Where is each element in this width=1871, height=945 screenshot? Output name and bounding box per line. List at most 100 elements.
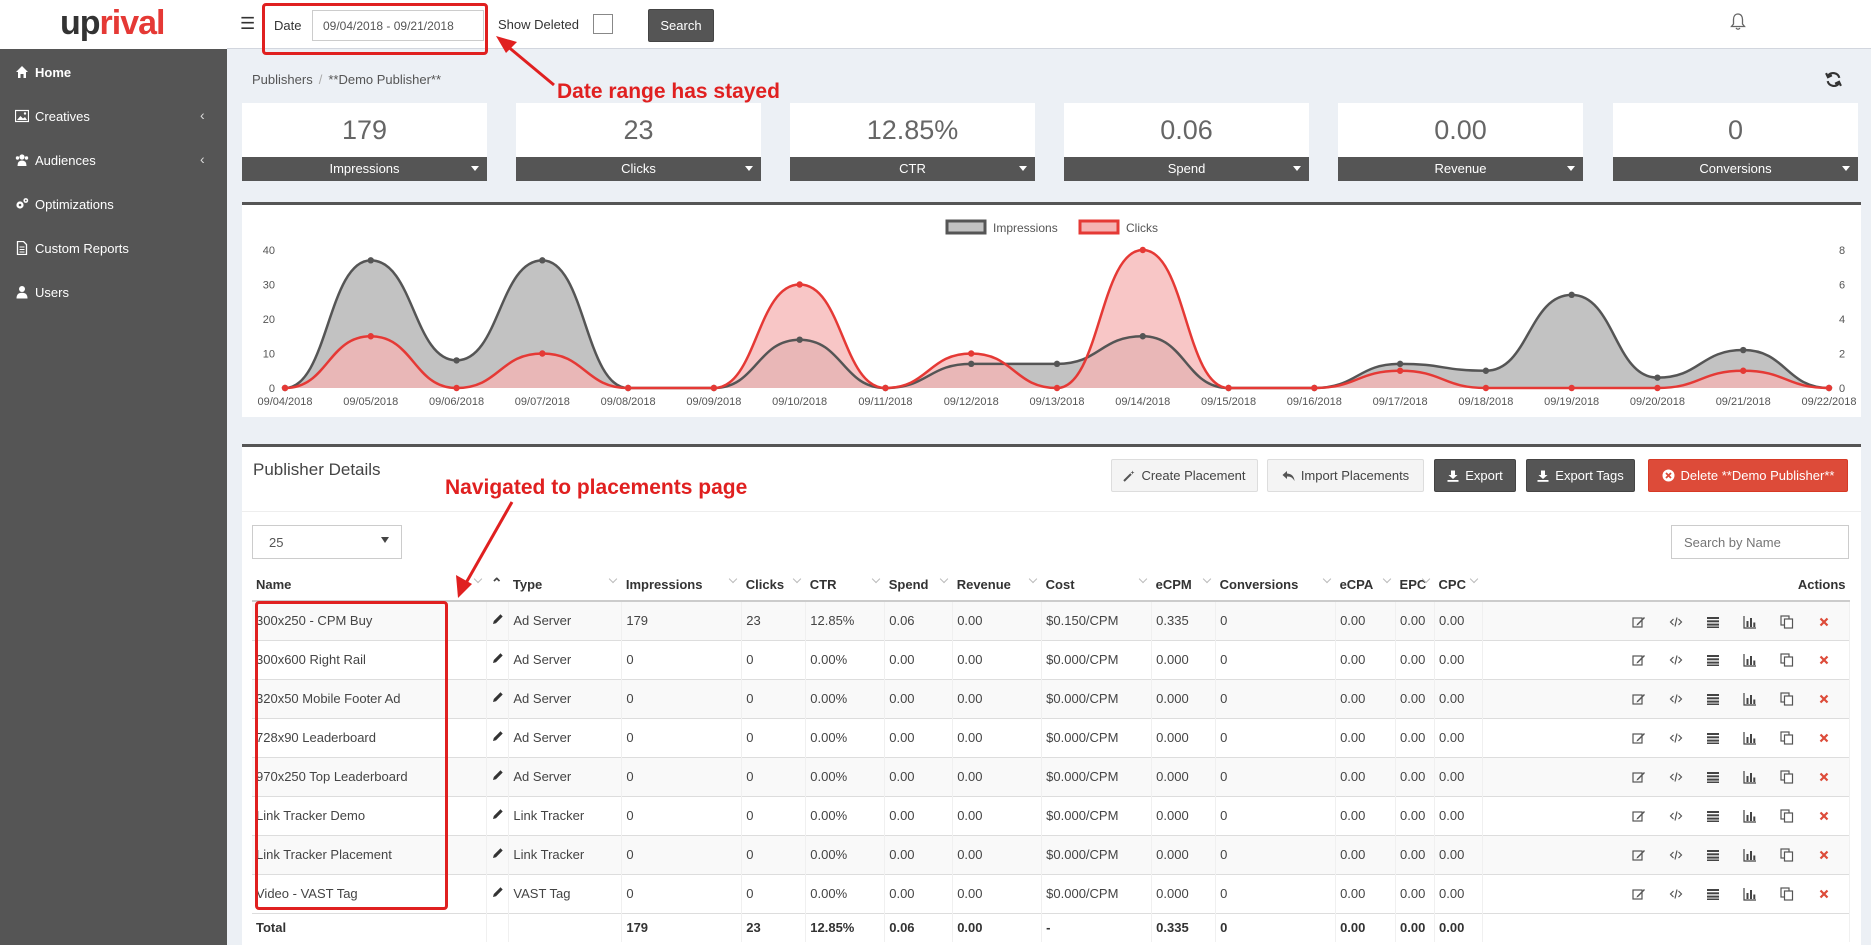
stat-dropdown[interactable]: Revenue bbox=[1338, 157, 1583, 181]
copy-icon[interactable] bbox=[1780, 614, 1794, 629]
list-icon[interactable] bbox=[1706, 692, 1720, 706]
sidebar-item-custom-reports[interactable]: Custom Reports bbox=[0, 227, 227, 271]
logo[interactable]: uprival bbox=[0, 0, 227, 49]
delete-icon[interactable] bbox=[1817, 615, 1831, 629]
code-icon[interactable] bbox=[1669, 653, 1683, 667]
column-header-conversions[interactable]: Conversions bbox=[1215, 569, 1336, 602]
code-icon[interactable] bbox=[1669, 731, 1683, 745]
list-icon[interactable] bbox=[1706, 848, 1720, 862]
search-by-name-input[interactable] bbox=[1671, 525, 1849, 559]
sidebar-item-audiences[interactable]: Audiences ‹ bbox=[0, 139, 227, 183]
bar-chart-icon[interactable] bbox=[1743, 653, 1757, 667]
bar-chart-icon[interactable] bbox=[1743, 887, 1757, 901]
column-header-ecpa[interactable]: eCPA bbox=[1335, 569, 1396, 602]
delete-icon[interactable] bbox=[1817, 692, 1831, 706]
column-header-cost[interactable]: Cost bbox=[1041, 569, 1152, 602]
sidebar-item-optimizations[interactable]: Optimizations bbox=[0, 183, 227, 227]
menu-toggle-icon[interactable]: ☰ bbox=[240, 14, 255, 34]
bar-chart-icon[interactable] bbox=[1743, 615, 1757, 629]
x-tick-label: 09/17/2018 bbox=[1373, 396, 1428, 408]
pencil-icon[interactable] bbox=[492, 652, 504, 664]
pencil-icon[interactable] bbox=[492, 808, 504, 820]
list-icon[interactable] bbox=[1706, 653, 1720, 667]
delete-icon[interactable] bbox=[1817, 770, 1831, 784]
delete-icon[interactable] bbox=[1817, 809, 1831, 823]
column-header-clicks[interactable]: Clicks bbox=[741, 569, 806, 602]
code-icon[interactable] bbox=[1669, 770, 1683, 784]
edit-icon[interactable] bbox=[1632, 731, 1646, 745]
delete-publisher-button[interactable]: Delete **Demo Publisher** bbox=[1648, 459, 1848, 492]
bar-chart-icon[interactable] bbox=[1743, 692, 1757, 706]
edit-icon[interactable] bbox=[1632, 809, 1646, 823]
bar-chart-icon[interactable] bbox=[1743, 848, 1757, 862]
code-icon[interactable] bbox=[1669, 809, 1683, 823]
pencil-icon[interactable] bbox=[492, 886, 504, 898]
column-header-impressions[interactable]: Impressions bbox=[621, 569, 742, 602]
edit-icon[interactable] bbox=[1632, 887, 1646, 901]
column-header-cpc[interactable]: CPC bbox=[1434, 569, 1483, 602]
pencil-icon[interactable] bbox=[492, 613, 504, 625]
sidebar-item-creatives[interactable]: Creatives ‹ bbox=[0, 95, 227, 139]
column-header-epc[interactable]: EPC bbox=[1395, 569, 1435, 602]
refresh-icon[interactable] bbox=[1825, 71, 1842, 88]
bell-icon[interactable] bbox=[1730, 13, 1746, 31]
delete-icon[interactable] bbox=[1817, 731, 1831, 745]
copy-icon[interactable] bbox=[1780, 848, 1794, 862]
copy-icon[interactable] bbox=[1780, 692, 1794, 706]
stat-dropdown[interactable]: Impressions bbox=[242, 157, 487, 181]
sidebar-item-users[interactable]: Users bbox=[0, 271, 227, 315]
export-button[interactable]: Export bbox=[1434, 459, 1516, 492]
code-icon[interactable] bbox=[1669, 615, 1683, 629]
bar-chart-icon[interactable] bbox=[1743, 731, 1757, 745]
edit-icon[interactable] bbox=[1632, 692, 1646, 706]
pencil-icon[interactable] bbox=[492, 730, 504, 742]
stat-dropdown[interactable]: CTR bbox=[790, 157, 1035, 181]
list-icon[interactable] bbox=[1706, 615, 1720, 629]
copy-icon[interactable] bbox=[1780, 887, 1794, 901]
column-header-name[interactable]: Name bbox=[252, 569, 487, 602]
edit-icon[interactable] bbox=[1632, 615, 1646, 629]
create-placement-button[interactable]: Create Placement bbox=[1111, 459, 1258, 492]
column-header-ecpm[interactable]: eCPM bbox=[1151, 569, 1216, 602]
code-icon[interactable] bbox=[1669, 887, 1683, 901]
column-header-spend[interactable]: Spend bbox=[884, 569, 953, 602]
code-icon[interactable] bbox=[1669, 848, 1683, 862]
page-size-select[interactable]: 25 bbox=[252, 525, 402, 559]
list-icon[interactable] bbox=[1706, 731, 1720, 745]
list-icon[interactable] bbox=[1706, 770, 1720, 784]
export-tags-button[interactable]: Export Tags bbox=[1526, 459, 1635, 492]
edit-icon[interactable] bbox=[1632, 848, 1646, 862]
copy-icon[interactable] bbox=[1780, 770, 1794, 784]
delete-icon[interactable] bbox=[1817, 848, 1831, 862]
code-icon[interactable] bbox=[1669, 692, 1683, 706]
import-placements-button[interactable]: Import Placements bbox=[1267, 459, 1424, 492]
sidebar-item-label: Users bbox=[35, 285, 69, 300]
bar-chart-icon[interactable] bbox=[1743, 809, 1757, 823]
stat-dropdown[interactable]: Spend bbox=[1064, 157, 1309, 181]
breadcrumb-publishers-link[interactable]: Publishers bbox=[252, 72, 313, 87]
edit-icon[interactable] bbox=[1632, 653, 1646, 667]
pencil-icon[interactable] bbox=[492, 769, 504, 781]
delete-icon[interactable] bbox=[1817, 887, 1831, 901]
pencil-icon[interactable] bbox=[492, 691, 504, 703]
show-deleted-checkbox[interactable] bbox=[593, 14, 613, 34]
copy-icon[interactable] bbox=[1780, 731, 1794, 745]
bar-chart-icon[interactable] bbox=[1743, 770, 1757, 784]
column-header-revenue[interactable]: Revenue bbox=[952, 569, 1042, 602]
sidebar-item-label: Home bbox=[35, 65, 72, 80]
pencil-icon[interactable] bbox=[492, 847, 504, 859]
search-button[interactable]: Search bbox=[648, 9, 714, 42]
delete-icon[interactable] bbox=[1817, 653, 1831, 667]
stat-dropdown[interactable]: Clicks bbox=[516, 157, 761, 181]
edit-icon[interactable] bbox=[1632, 770, 1646, 784]
stat-dropdown[interactable]: Conversions bbox=[1613, 157, 1858, 181]
column-header-ctr[interactable]: CTR bbox=[805, 569, 885, 602]
copy-icon[interactable] bbox=[1780, 809, 1794, 823]
sidebar-item-home[interactable]: Home bbox=[0, 51, 227, 95]
column-header-type[interactable]: Type bbox=[508, 569, 622, 602]
cell-ecpa: 0.00 bbox=[1335, 600, 1397, 640]
list-icon[interactable] bbox=[1706, 809, 1720, 823]
list-icon[interactable] bbox=[1706, 887, 1720, 901]
copy-icon[interactable] bbox=[1780, 653, 1794, 667]
column-header-sort[interactable]: ⌃ bbox=[486, 569, 509, 602]
